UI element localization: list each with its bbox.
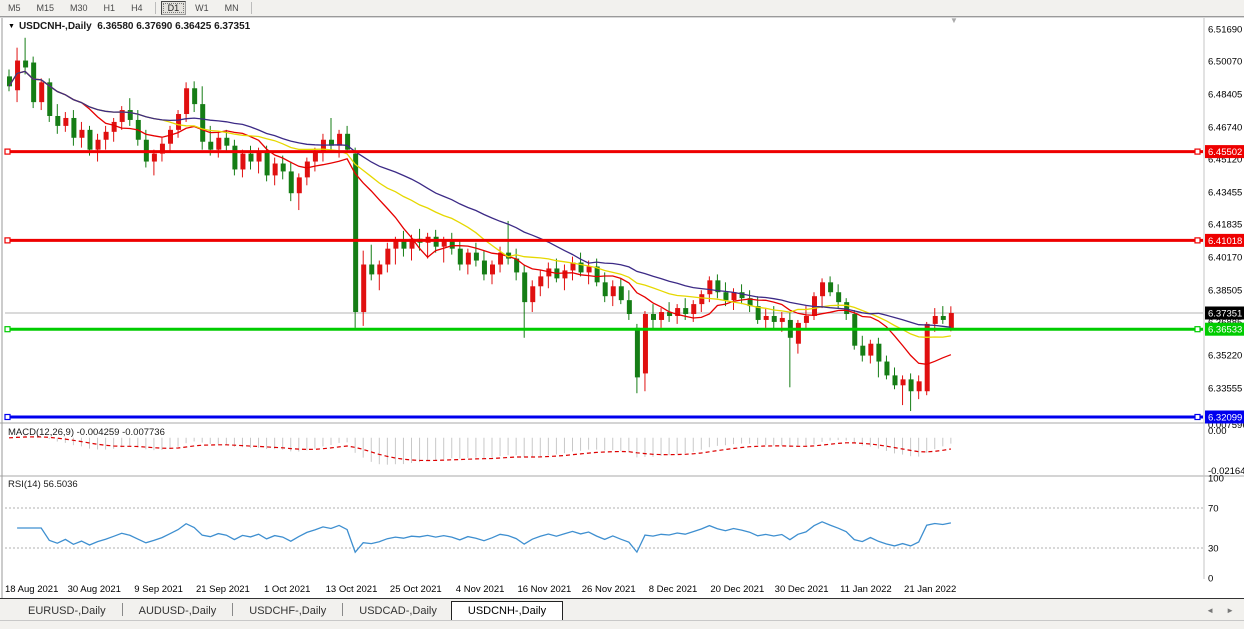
date-axis-label: 30 Aug 2021 xyxy=(68,584,121,595)
timeframe-button-m30[interactable]: M30 xyxy=(63,1,95,15)
svg-text:6.37351: 6.37351 xyxy=(1208,309,1242,320)
timeframe-toolbar: M5 M15 M30 H1 H4 D1 W1 MN xyxy=(0,0,1244,17)
date-axis-label: 25 Oct 2021 xyxy=(390,584,442,595)
macd-signal-line xyxy=(8,436,951,462)
date-axis-label: 26 Nov 2021 xyxy=(582,584,636,595)
date-axis-label: 20 Dec 2021 xyxy=(710,584,764,595)
ma-fast-line xyxy=(8,70,952,365)
ohlc-values: 6.36580 6.37690 6.36425 6.37351 xyxy=(97,21,251,32)
macd-axis-label: 0.00 xyxy=(1208,426,1227,437)
rsi-axis-label: 70 xyxy=(1208,504,1219,515)
macd-label: MACD(12,26,9) -0.004259 -0.007736 xyxy=(8,427,165,438)
date-axis-label: 21 Jan 2022 xyxy=(904,584,956,595)
tab-usdcad[interactable]: USDCAD-,Daily xyxy=(345,602,451,620)
price-axis-label: 6.48405 xyxy=(1208,90,1242,101)
price-tag-6.32099: 6.32099 xyxy=(1205,410,1244,424)
current-price-tag: 6.37351 xyxy=(1205,306,1244,320)
date-axis-label: 1 Oct 2021 xyxy=(264,584,310,595)
date-axis-label: 8 Dec 2021 xyxy=(649,584,698,595)
price-tag-6.41018: 6.41018 xyxy=(1205,233,1244,247)
rsi-axis-label: 100 xyxy=(1208,474,1224,485)
toolbar-separator xyxy=(154,2,156,14)
macd-signal-value: -0.007736 xyxy=(122,427,165,438)
hline-6.41018[interactable] xyxy=(4,237,1203,244)
price-tag-6.45502: 6.45502 xyxy=(1205,145,1244,159)
timeframe-button-mn[interactable]: MN xyxy=(218,1,246,15)
macd-main-value: -0.004259 xyxy=(76,427,120,438)
timeframe-button-w1[interactable]: W1 xyxy=(188,1,216,15)
svg-text:6.45502: 6.45502 xyxy=(1208,147,1242,158)
ma-mid-line xyxy=(8,70,951,338)
date-axis-label: 11 Jan 2022 xyxy=(840,584,892,595)
tab-usdcnh[interactable]: USDCNH-,Daily xyxy=(450,601,564,621)
price-axis-label: 6.35220 xyxy=(1208,351,1242,362)
toolbar-separator xyxy=(250,2,252,14)
price-axis-label: 6.50070 xyxy=(1208,57,1242,68)
rsi-value: 56.5036 xyxy=(43,479,78,490)
chart-shift-marker-icon[interactable]: ▼ xyxy=(950,16,958,25)
hline-6.32099[interactable] xyxy=(4,413,1203,421)
rsi-axis-label: 30 xyxy=(1208,544,1219,555)
date-axis-label: 9 Sep 2021 xyxy=(134,584,183,595)
candlestick-chart[interactable]: 6.516906.500706.484056.467406.451206.434… xyxy=(0,0,1244,598)
tab-audusd[interactable]: AUDUSD-,Daily xyxy=(125,602,231,620)
symbol-dropdown-icon[interactable]: ▼ xyxy=(8,23,15,30)
hline-6.45502[interactable] xyxy=(4,148,1203,155)
date-axis-label: 21 Sep 2021 xyxy=(196,584,250,595)
tab-scroll-right-icon[interactable]: ► xyxy=(1226,606,1234,615)
timeframe-button-m15[interactable]: M15 xyxy=(30,1,62,15)
tab-scroll-left-icon[interactable]: ◄ xyxy=(1206,606,1214,615)
price-axis-label: 6.40170 xyxy=(1208,253,1242,264)
tab-separator xyxy=(232,603,234,616)
date-axis: 18 Aug 2021 30 Aug 2021 9 Sep 2021 21 Sep 2… xyxy=(5,584,956,595)
symbol-tabbar: EURUSD-,Daily AUDUSD-,Daily USDCHF-,Daily U… xyxy=(0,598,1244,621)
price-axis-label: 6.43455 xyxy=(1208,188,1242,199)
plot-layers xyxy=(4,37,1203,421)
date-axis-label: 30 Dec 2021 xyxy=(775,584,829,595)
macd-histogram xyxy=(16,435,952,465)
tab-separator xyxy=(342,603,344,616)
rsi-axis-label: 0 xyxy=(1208,574,1213,585)
tab-separator xyxy=(121,603,123,616)
price-axis-label: 6.46740 xyxy=(1208,123,1242,134)
ma-slow-line xyxy=(8,70,951,328)
svg-text:6.41018: 6.41018 xyxy=(1208,236,1242,247)
timeframe-button-h1[interactable]: H1 xyxy=(97,1,123,15)
date-axis-label: 13 Oct 2021 xyxy=(326,584,378,595)
candles-layer xyxy=(7,37,954,412)
price-axis-label: 6.33555 xyxy=(1208,384,1242,395)
timeframe-button-h4[interactable]: H4 xyxy=(124,1,150,15)
symbol-name: USDCNH-,Daily xyxy=(18,21,92,32)
price-axis-label: 6.38505 xyxy=(1208,286,1242,297)
price-axis-label: 6.51690 xyxy=(1208,25,1242,36)
svg-text:6.36533: 6.36533 xyxy=(1208,325,1242,336)
date-axis-label: 18 Aug 2021 xyxy=(5,584,58,595)
hline-6.36533[interactable] xyxy=(4,326,1203,333)
date-axis-label: 4 Nov 2021 xyxy=(456,584,505,595)
tab-eurusd[interactable]: EURUSD-,Daily xyxy=(14,602,120,620)
tab-usdchf[interactable]: USDCHF-,Daily xyxy=(235,602,340,620)
date-axis-label: 16 Nov 2021 xyxy=(517,584,571,595)
svg-text:6.32099: 6.32099 xyxy=(1208,413,1242,424)
rsi-label: RSI(14) 56.5036 xyxy=(8,479,78,490)
chart-title: ▼ USDCNH-,Daily 6.36580 6.37690 6.36425 6… xyxy=(8,21,250,32)
timeframe-button-m5[interactable]: M5 xyxy=(1,1,28,15)
price-tag-6.36533: 6.36533 xyxy=(1205,322,1244,336)
price-axis: 6.516906.500706.484056.467406.451206.434… xyxy=(1208,25,1244,585)
timeframe-button-d1[interactable]: D1 xyxy=(160,1,187,15)
price-axis-label: 6.41835 xyxy=(1208,220,1242,231)
